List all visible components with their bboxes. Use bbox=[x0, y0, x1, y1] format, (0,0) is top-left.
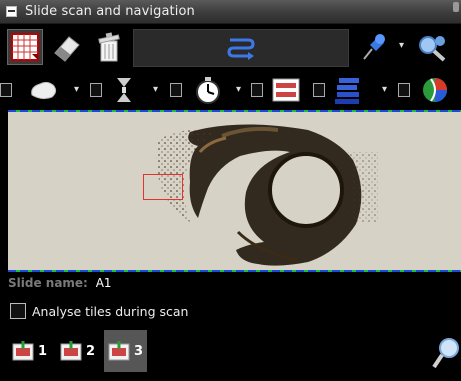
tissue-image bbox=[156, 124, 378, 266]
grid-scan-icon bbox=[11, 33, 39, 61]
color-balance-icon bbox=[423, 78, 447, 102]
slide-preview[interactable] bbox=[8, 112, 461, 270]
timer-dropdown-icon[interactable]: ▾ bbox=[236, 84, 241, 95]
slide-scan-panel: Slide scan and navigation ▾ ▾ ▾ ▾ ▾ Slid… bbox=[0, 0, 461, 381]
tissue-detect-checkbox[interactable] bbox=[0, 83, 12, 97]
title-bar: Slide scan and navigation bbox=[0, 0, 461, 24]
focus-z-icon bbox=[117, 78, 131, 102]
trash-button[interactable] bbox=[91, 29, 127, 65]
search-zoom-icon bbox=[419, 36, 446, 62]
pin-icon bbox=[363, 34, 385, 60]
tile-number: 2 bbox=[86, 343, 96, 359]
pin-dropdown-icon[interactable]: ▾ bbox=[399, 40, 404, 51]
magnifier-icon[interactable] bbox=[432, 336, 460, 370]
scan-route-button[interactable] bbox=[133, 29, 349, 67]
tile-number: 1 bbox=[38, 343, 48, 359]
resize-handle[interactable] bbox=[453, 2, 459, 12]
scan-area-border-bottom bbox=[8, 270, 461, 272]
analyse-tiles-option[interactable]: Analyse tiles during scan bbox=[10, 303, 188, 319]
region-checkbox[interactable] bbox=[251, 83, 263, 97]
tile-button-2[interactable]: 2 bbox=[56, 330, 99, 372]
timer-icon bbox=[196, 77, 220, 104]
current-tile-marker bbox=[143, 174, 183, 200]
tile-icon bbox=[60, 341, 82, 361]
toolbar-options: ▾ ▾ ▾ ▾ bbox=[0, 72, 461, 110]
window-title: Slide scan and navigation bbox=[25, 4, 195, 19]
collapse-icon[interactable] bbox=[6, 6, 17, 17]
tile-icon bbox=[12, 341, 34, 361]
tile-number: 3 bbox=[133, 343, 143, 359]
color-balance-checkbox[interactable] bbox=[398, 83, 410, 97]
toolbar-main: ▾ bbox=[0, 24, 461, 70]
search-zoom-button[interactable] bbox=[414, 29, 450, 65]
tile-icon bbox=[108, 341, 130, 361]
trash-icon bbox=[98, 32, 120, 62]
stack-icon bbox=[335, 78, 359, 104]
tile-button-1[interactable]: 1 bbox=[8, 330, 51, 372]
focus-z-checkbox[interactable] bbox=[90, 83, 102, 97]
timer-checkbox[interactable] bbox=[170, 83, 182, 97]
focus-z-dropdown-icon[interactable]: ▾ bbox=[153, 84, 158, 95]
region-icon bbox=[272, 78, 300, 102]
slide-name-label: Slide name: bbox=[8, 276, 88, 290]
slide-name-row: Slide name: A1 bbox=[8, 276, 112, 290]
analyse-tiles-label: Analyse tiles during scan bbox=[32, 303, 189, 319]
tissue-detect-dropdown-icon[interactable]: ▾ bbox=[74, 84, 79, 95]
stack-checkbox[interactable] bbox=[313, 83, 325, 97]
tissue-detect-icon bbox=[31, 81, 57, 100]
slide-name-value: A1 bbox=[95, 276, 112, 290]
analyse-tiles-checkbox[interactable] bbox=[10, 303, 26, 319]
stack-dropdown-icon[interactable]: ▾ bbox=[382, 84, 387, 95]
grid-scan-button[interactable] bbox=[7, 29, 43, 65]
eraser-icon bbox=[54, 36, 80, 62]
eraser-button[interactable] bbox=[49, 29, 85, 65]
tile-button-3[interactable]: 3 bbox=[104, 330, 147, 372]
route-icon bbox=[227, 38, 255, 60]
pin-button[interactable] bbox=[355, 29, 391, 65]
